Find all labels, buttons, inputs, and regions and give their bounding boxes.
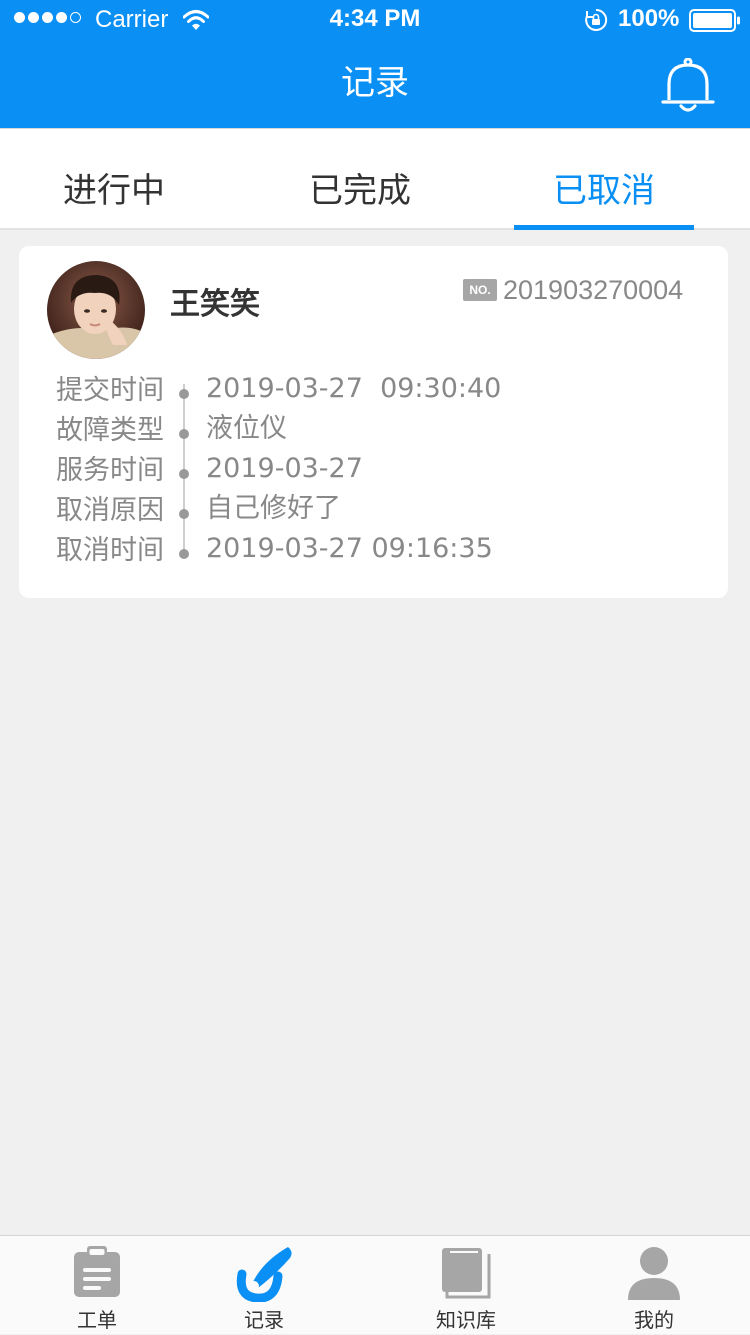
- timeline-dot: [179, 389, 189, 399]
- timeline-dot: [179, 509, 189, 519]
- field-label: 提交时间: [56, 375, 164, 406]
- status-bar: Carrier 4:34 PM 100%: [0, 0, 750, 40]
- record-icon: [236, 1247, 292, 1302]
- field-label: 取消原因: [56, 495, 164, 526]
- tabbar-item-records[interactable]: 记录: [204, 1236, 324, 1335]
- field-label: 取消时间: [56, 535, 164, 566]
- timeline-dot: [179, 549, 189, 559]
- tab-completed[interactable]: 已完成: [270, 167, 450, 215]
- page-title: 记录: [341, 63, 409, 103]
- tab-in-progress[interactable]: 进行中: [24, 167, 204, 215]
- field-value: 自己修好了: [206, 493, 341, 524]
- field-value: 2019-03-27 09:16:35: [206, 533, 493, 564]
- segment-tabs: 进行中 已完成 已取消: [0, 128, 750, 230]
- tabbar-item-knowledge[interactable]: 知识库: [406, 1236, 526, 1335]
- customer-name: 王笑笑: [170, 287, 260, 322]
- clipboard-icon: [74, 1246, 120, 1297]
- record-field-submit-time: 提交时间 2019-03-27 09:30:40: [19, 371, 728, 411]
- tab-cancelled[interactable]: 已取消: [514, 167, 694, 215]
- tabbar-label: 知识库: [436, 1308, 496, 1332]
- book-icon: [442, 1248, 491, 1299]
- tabbar-item-work-orders[interactable]: 工单: [37, 1236, 157, 1335]
- field-value: 2019-03-27 09:30:40: [206, 373, 502, 404]
- active-tab-indicator: [514, 225, 694, 230]
- tabbar-label: 工单: [77, 1308, 117, 1332]
- person-icon: [628, 1247, 680, 1300]
- order-number-badge: NO.: [463, 279, 497, 301]
- field-value: 液位仪: [206, 413, 287, 444]
- field-label: 故障类型: [56, 415, 164, 446]
- field-label: 服务时间: [56, 455, 164, 486]
- record-field-service-time: 服务时间 2019-03-27: [19, 451, 728, 491]
- timeline-dot: [179, 469, 189, 479]
- tabbar-label: 记录: [244, 1308, 284, 1332]
- bottom-tab-bar: 工单 记录 知识库 我的: [0, 1235, 750, 1334]
- battery-percent: 100%: [618, 5, 680, 32]
- record-field-fault-type: 故障类型 液位仪: [19, 411, 728, 451]
- tabbar-label: 我的: [634, 1308, 674, 1332]
- avatar: [47, 261, 145, 359]
- timeline-dot: [179, 429, 189, 439]
- record-card[interactable]: 王笑笑 NO. 201903270004 提交时间 2019-03-27 09:…: [19, 246, 728, 598]
- field-value: 2019-03-27: [206, 453, 363, 484]
- top-bar: Carrier 4:34 PM 100% 记录: [0, 0, 750, 128]
- orientation-lock-icon: [585, 8, 608, 31]
- record-field-cancel-time: 取消时间 2019-03-27 09:16:35: [19, 531, 728, 571]
- tabbar-item-mine[interactable]: 我的: [594, 1236, 714, 1335]
- bell-icon[interactable]: [661, 58, 715, 114]
- order-number: 201903270004: [503, 275, 684, 305]
- battery-icon: [689, 9, 740, 32]
- record-field-cancel-reason: 取消原因 自己修好了: [19, 491, 728, 531]
